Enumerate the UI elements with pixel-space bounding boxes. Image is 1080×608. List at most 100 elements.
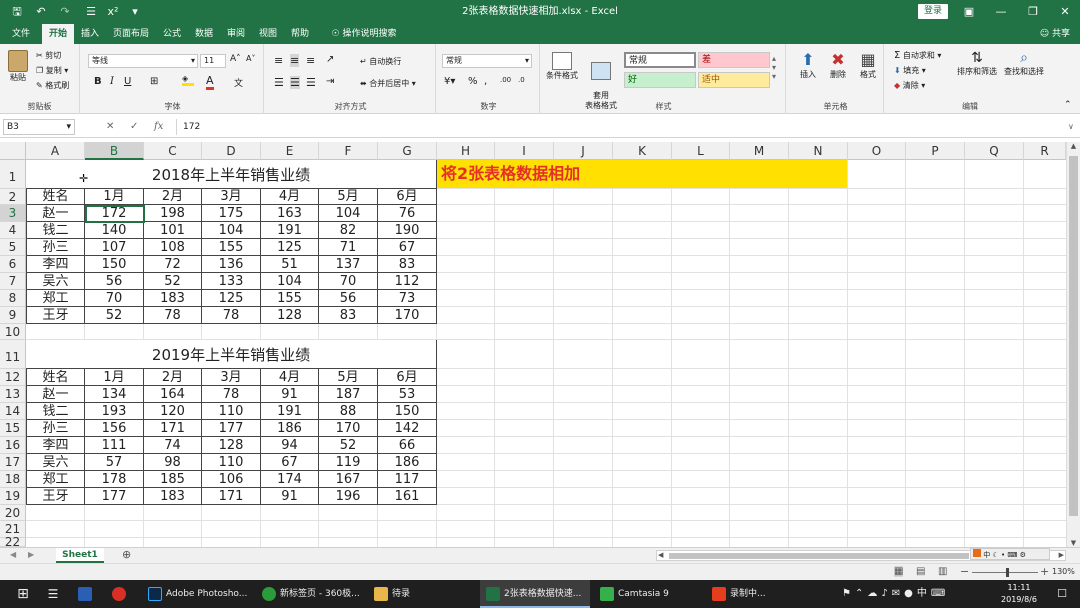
column-header-b[interactable]: B: [85, 142, 144, 160]
copy-button[interactable]: ❐ 复制 ▾: [36, 65, 68, 76]
row-header-15[interactable]: 15: [0, 420, 26, 437]
percent-icon[interactable]: %: [468, 76, 478, 87]
table-header-cell[interactable]: 2月: [144, 189, 202, 205]
table-cell[interactable]: 53: [378, 386, 437, 403]
tab-insert[interactable]: 插入: [76, 24, 104, 44]
align-middle-icon[interactable]: ≡: [290, 54, 300, 67]
decrease-decimal-icon[interactable]: .0: [518, 76, 525, 84]
scroll-up-icon[interactable]: ▲: [1067, 142, 1080, 150]
orientation-icon[interactable]: ↗: [326, 54, 334, 65]
table-cell[interactable]: 112: [378, 273, 437, 290]
table-cell[interactable]: 赵一: [26, 386, 85, 403]
table-cell[interactable]: 钱二: [26, 222, 85, 239]
phonetic-icon[interactable]: 文: [234, 76, 243, 89]
row-header-16[interactable]: 16: [0, 437, 26, 454]
task-view-icon[interactable]: ☰: [42, 580, 64, 608]
table-cell[interactable]: 170: [319, 420, 378, 437]
table-cell[interactable]: 125: [202, 290, 261, 307]
table-cell[interactable]: 李四: [26, 256, 85, 273]
fill-color-icon[interactable]: ◈: [182, 74, 194, 86]
table-cell[interactable]: 66: [378, 437, 437, 454]
table-header-cell[interactable]: 1月: [85, 189, 144, 205]
table-cell[interactable]: 78: [202, 307, 261, 324]
zoom-in-icon[interactable]: +: [1040, 565, 1049, 578]
underline-icon[interactable]: U: [124, 76, 131, 87]
table-cell[interactable]: 94: [261, 437, 319, 454]
style-neutral[interactable]: 适中: [698, 72, 770, 88]
table-cell[interactable]: 91: [261, 386, 319, 403]
column-header-d[interactable]: D: [202, 142, 261, 160]
table-cell[interactable]: 107: [85, 239, 144, 256]
column-header-m[interactable]: M: [730, 142, 789, 160]
number-format-select[interactable]: 常规 ▾: [442, 54, 532, 68]
table-header-cell[interactable]: 5月: [319, 369, 378, 386]
column-header-n[interactable]: N: [789, 142, 848, 160]
formula-input[interactable]: 172: [176, 119, 1066, 135]
row-header-22[interactable]: 22: [0, 536, 26, 548]
table-cell[interactable]: 142: [378, 420, 437, 437]
paste-button[interactable]: 粘贴: [6, 50, 30, 82]
table-cell[interactable]: 70: [85, 290, 144, 307]
zoom-slider[interactable]: [972, 568, 1038, 577]
table-header-cell[interactable]: 1月: [85, 369, 144, 386]
table-cell[interactable]: 88: [319, 403, 378, 420]
wrap-text-button[interactable]: ↵ 自动换行: [360, 56, 401, 67]
close-icon[interactable]: ✕: [1050, 0, 1080, 24]
tab-view[interactable]: 视图: [254, 24, 282, 44]
table-cell[interactable]: 王牙: [26, 307, 85, 324]
column-header-h[interactable]: H: [437, 142, 495, 160]
row-header-1[interactable]: 1: [0, 160, 26, 189]
table-cell[interactable]: 孙三: [26, 420, 85, 437]
align-bottom-icon[interactable]: ≡: [306, 54, 315, 67]
row-header-6[interactable]: 6: [0, 256, 26, 273]
taskbar-camtasia[interactable]: Camtasia 9: [594, 580, 700, 608]
table-cell[interactable]: 183: [144, 488, 202, 505]
table-header-cell[interactable]: 3月: [202, 189, 261, 205]
row-header-14[interactable]: 14: [0, 403, 26, 420]
column-header-c[interactable]: C: [144, 142, 202, 160]
taskbar-browser[interactable]: 新标签页 - 360极...: [256, 580, 360, 608]
table-cell[interactable]: 134: [85, 386, 144, 403]
table-header-cell[interactable]: 2月: [144, 369, 202, 386]
table-cell[interactable]: 110: [202, 403, 261, 420]
next-sheet-icon[interactable]: ▶: [28, 550, 34, 559]
table-cell[interactable]: 196: [319, 488, 378, 505]
table-cell[interactable]: 155: [261, 290, 319, 307]
table-cell[interactable]: 李四: [26, 437, 85, 454]
table-cell[interactable]: 183: [144, 290, 202, 307]
table-cell[interactable]: 67: [261, 454, 319, 471]
clear-button[interactable]: ◆ 清除 ▾: [894, 80, 925, 91]
table-cell[interactable]: 70: [319, 273, 378, 290]
column-header-e[interactable]: E: [261, 142, 319, 160]
row-header-12[interactable]: 12: [0, 369, 26, 386]
table-cell[interactable]: 177: [202, 420, 261, 437]
fill-button[interactable]: ⬇ 填充 ▾: [894, 65, 926, 76]
table-header-cell[interactable]: 姓名: [26, 189, 85, 205]
align-top-icon[interactable]: ≡: [274, 54, 283, 67]
table-cell[interactable]: 150: [85, 256, 144, 273]
row-header-8[interactable]: 8: [0, 290, 26, 307]
expand-formula-icon[interactable]: ∨: [1068, 119, 1074, 135]
windows-start-icon[interactable]: ⊞: [8, 580, 38, 608]
table-cell[interactable]: 167: [319, 471, 378, 488]
merge-center-button[interactable]: ⬌ 合并后居中 ▾: [360, 78, 416, 89]
table-cell[interactable]: 83: [319, 307, 378, 324]
table-cell[interactable]: 73: [378, 290, 437, 307]
row-header-13[interactable]: 13: [0, 386, 26, 403]
restore-icon[interactable]: ❐: [1018, 0, 1048, 24]
table-cell[interactable]: 117: [378, 471, 437, 488]
table-cell[interactable]: 孙三: [26, 239, 85, 256]
column-header-l[interactable]: L: [672, 142, 730, 160]
table-cell[interactable]: 185: [144, 471, 202, 488]
bold-icon[interactable]: B: [94, 76, 102, 87]
table-cell[interactable]: 王牙: [26, 488, 85, 505]
taskbar-excel[interactable]: 2张表格数据快速...: [480, 580, 590, 608]
column-header-q[interactable]: Q: [965, 142, 1024, 160]
table-header-cell[interactable]: 4月: [261, 369, 319, 386]
table-cell[interactable]: 76: [378, 205, 437, 222]
table-cell[interactable]: 82: [319, 222, 378, 239]
table-cell[interactable]: 175: [202, 205, 261, 222]
table-header-cell[interactable]: 6月: [378, 189, 437, 205]
table-cell[interactable]: 98: [144, 454, 202, 471]
table-cell[interactable]: 108: [144, 239, 202, 256]
